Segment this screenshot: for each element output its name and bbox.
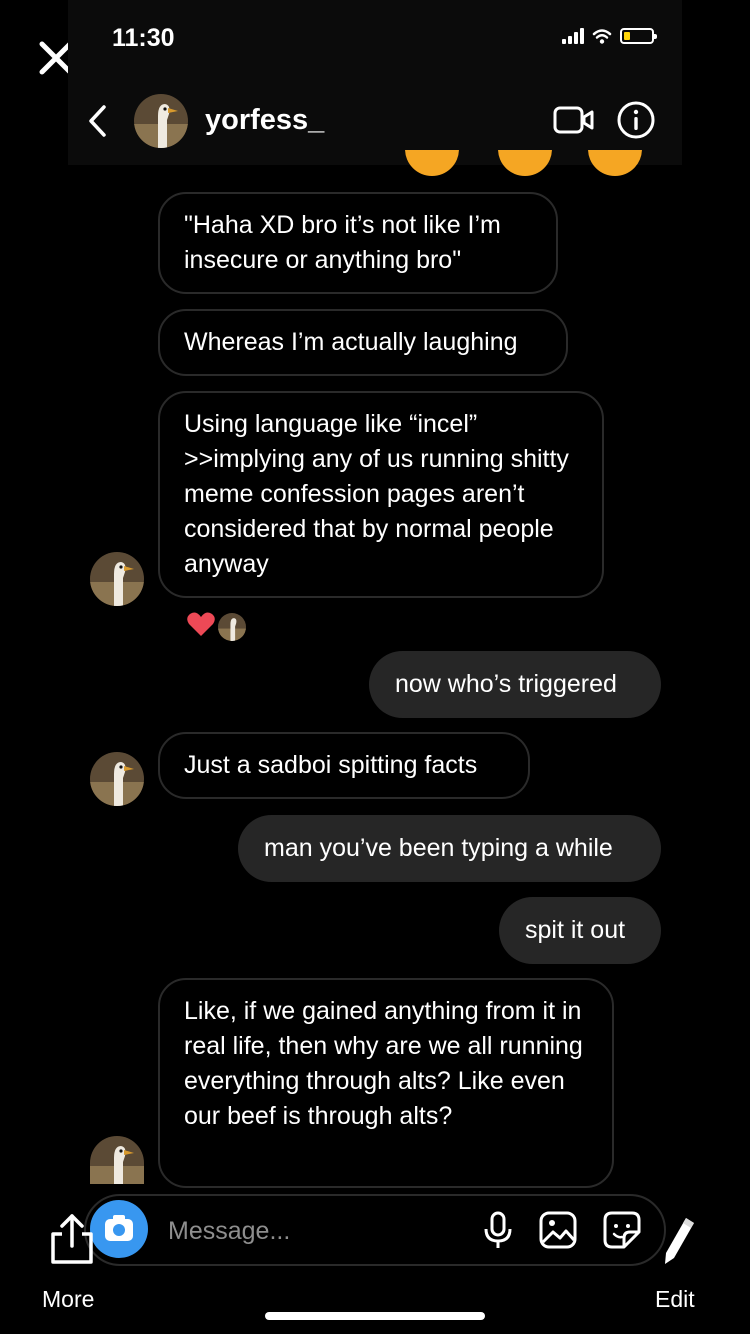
reactor-avatar: [218, 612, 246, 641]
battery-icon: [620, 28, 657, 44]
chat-username[interactable]: yorfess_: [205, 104, 324, 137]
sticker-icon[interactable]: [602, 1210, 642, 1250]
share-icon[interactable]: [48, 1212, 96, 1266]
message-incoming[interactable]: Using language like “incel” >>implying a…: [158, 391, 604, 598]
header-avatar[interactable]: [134, 94, 188, 148]
back-chevron-icon[interactable]: [86, 104, 108, 138]
message-outgoing[interactable]: now who’s triggered: [369, 651, 661, 718]
more-label[interactable]: More: [42, 1286, 94, 1313]
message-incoming[interactable]: Like, if we gained anything from it in r…: [158, 978, 614, 1188]
message-outgoing[interactable]: spit it out: [499, 897, 661, 964]
camera-icon: [105, 1215, 133, 1241]
edit-label[interactable]: Edit: [655, 1286, 695, 1313]
message-incoming[interactable]: Just a sadboi spitting facts: [158, 732, 530, 799]
sender-avatar[interactable]: [90, 1136, 144, 1184]
video-call-icon[interactable]: [553, 105, 595, 135]
message-reactions[interactable]: [186, 610, 246, 643]
sender-avatar[interactable]: [90, 752, 144, 806]
home-indicator[interactable]: [265, 1312, 485, 1320]
emoji-partial: [498, 150, 552, 176]
status-icons: [562, 28, 657, 44]
pencil-icon[interactable]: [660, 1214, 696, 1268]
signal-icon: [562, 28, 584, 44]
camera-button[interactable]: [90, 1200, 148, 1258]
sender-avatar[interactable]: [90, 552, 144, 606]
message-composer: [84, 1194, 666, 1266]
message-input[interactable]: [166, 1208, 470, 1254]
heart-reaction-icon: [186, 610, 216, 643]
message-outgoing[interactable]: man you’ve been typing a while: [238, 815, 661, 882]
gallery-icon[interactable]: [538, 1210, 578, 1250]
message-incoming[interactable]: "Haha XD bro it’s not like I’m insecure …: [158, 192, 558, 294]
message-incoming[interactable]: Whereas I’m actually laughing: [158, 309, 568, 376]
emoji-partial: [588, 150, 642, 176]
emoji-partial: [405, 150, 459, 176]
wifi-icon: [592, 29, 612, 44]
microphone-icon[interactable]: [478, 1210, 518, 1250]
info-icon[interactable]: [616, 100, 656, 140]
status-time: 11:30: [112, 24, 175, 52]
